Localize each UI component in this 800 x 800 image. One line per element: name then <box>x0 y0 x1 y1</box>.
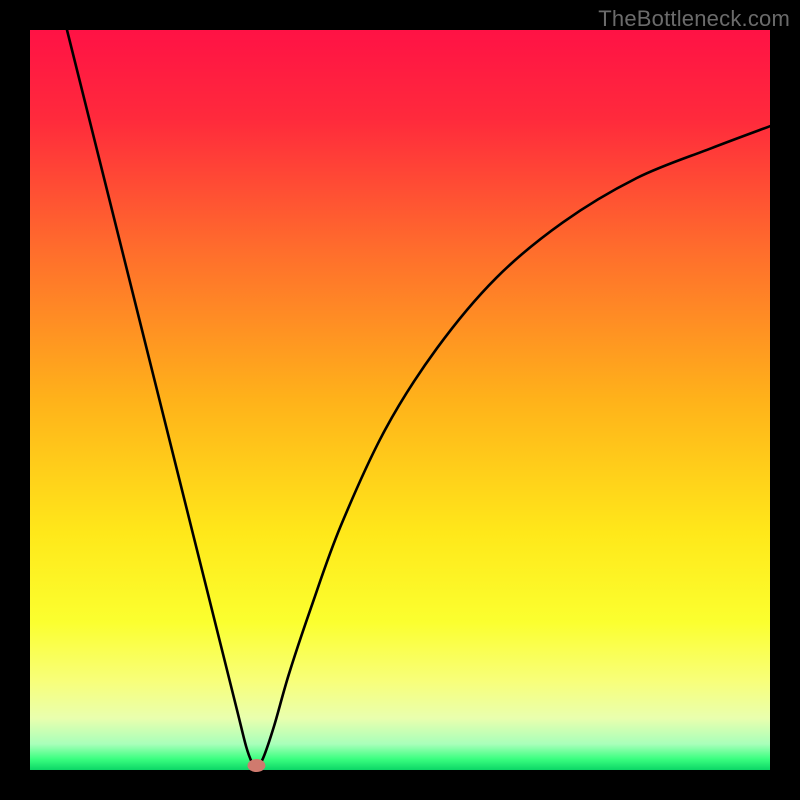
plot-background <box>30 30 770 770</box>
optimal-marker <box>247 759 265 772</box>
watermark-text: TheBottleneck.com <box>598 6 790 32</box>
bottleneck-chart <box>0 0 800 800</box>
chart-frame: TheBottleneck.com <box>0 0 800 800</box>
